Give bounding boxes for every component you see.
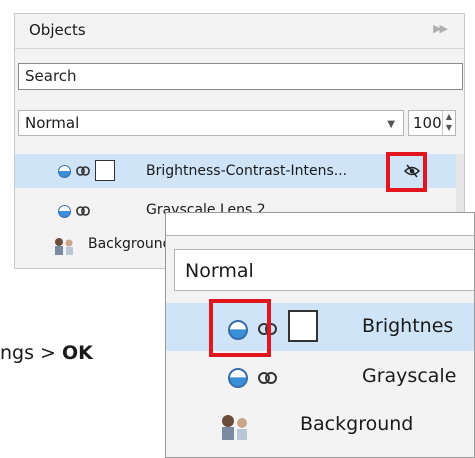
search-placeholder: Search xyxy=(25,67,77,85)
layer-name: Background xyxy=(300,413,414,435)
blend-mode-select[interactable]: Normal ▼ xyxy=(18,110,404,136)
zoom-blend-mode-value: Normal xyxy=(185,260,254,282)
link-icon[interactable] xyxy=(76,205,90,217)
link-icon[interactable] xyxy=(258,370,278,386)
layer-name: Brightness-Contrast-Intens... xyxy=(146,163,348,179)
ok-label: OK xyxy=(62,342,93,364)
spin-buttons[interactable]: ▲ ▼ xyxy=(442,111,455,135)
zoom-layer-row[interactable]: Grayscale xyxy=(166,355,474,403)
layer-name: Grayscale xyxy=(362,365,457,387)
layer-visibility-icon[interactable] xyxy=(58,165,71,178)
layer-name: Background xyxy=(88,236,172,252)
instruction-text: ngs > OK xyxy=(0,342,93,364)
highlight-eye-box xyxy=(386,152,427,192)
opacity-stepper[interactable]: 100 ▲ ▼ xyxy=(408,110,456,136)
layer-visibility-icon[interactable] xyxy=(228,368,248,388)
chevron-down-icon: ▼ xyxy=(387,119,395,130)
layer-visibility-icon[interactable] xyxy=(58,205,71,218)
panel-title: Objects xyxy=(29,21,86,39)
link-icon[interactable] xyxy=(76,165,90,177)
layer-name: Brightnes xyxy=(362,315,454,337)
panel-header: Objects ▶▶ xyxy=(15,14,464,49)
blend-mode-value: Normal xyxy=(25,114,80,132)
layer-mask-thumbnail[interactable] xyxy=(95,160,115,181)
opacity-value: 100 xyxy=(413,114,442,132)
highlight-visibility-box xyxy=(209,299,271,357)
collapse-arrows-icon[interactable]: ▶▶ xyxy=(433,22,448,35)
zoom-blend-mode-select[interactable]: Normal xyxy=(174,249,474,291)
zoom-search-edge xyxy=(166,213,474,236)
layer-thumbnail-icon xyxy=(55,238,73,255)
zoom-callout: Normal Brightnes Grayscale Background xyxy=(165,212,475,458)
layer-thumbnail-icon xyxy=(222,415,247,440)
layer-mask-thumbnail[interactable] xyxy=(288,310,318,342)
search-input[interactable]: Search xyxy=(18,63,463,90)
zoom-layer-row[interactable]: Background xyxy=(166,403,474,451)
